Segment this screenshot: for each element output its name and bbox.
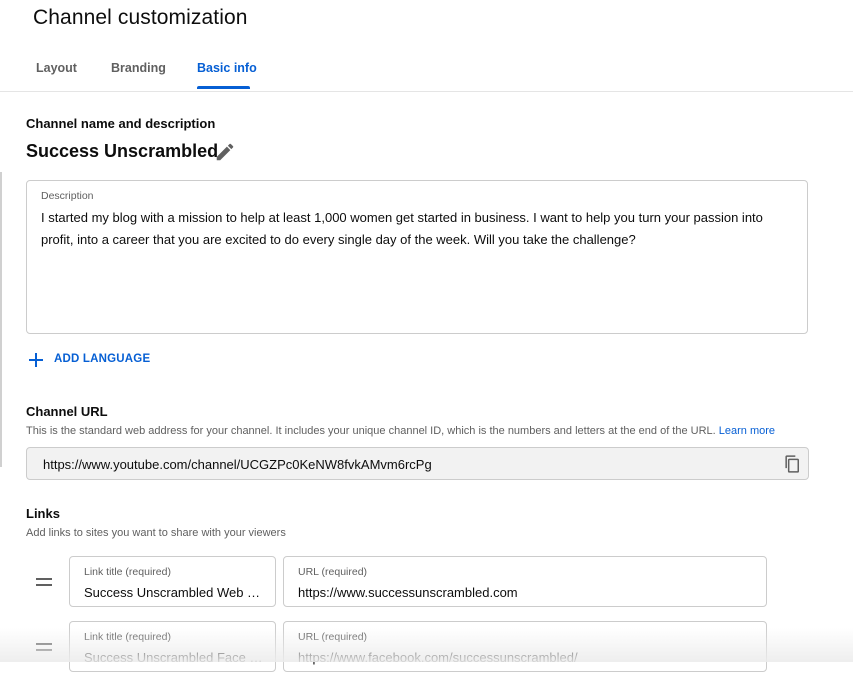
link-row: Link title (required) Success Unscramble… [0,621,853,673]
channel-url-value: https://www.youtube.com/channel/UCGZPc0K… [43,457,432,472]
tab-layout[interactable]: Layout [36,61,77,75]
learn-more-link[interactable]: Learn more [719,425,775,437]
channel-name: Success Unscrambled [26,141,219,161]
link-url-label: URL (required) [298,566,368,578]
name-section-label: Channel name and description [26,116,216,131]
page-title: Channel customization [33,6,248,29]
link-title-label: Link title (required) [84,631,171,643]
links-label: Links [26,506,60,521]
link-title-label: Link title (required) [84,566,171,578]
tab-branding[interactable]: Branding [111,61,166,75]
link-url-value[interactable]: https://www.successunscrambled.com [298,585,754,600]
link-title-value[interactable]: Success Unscrambled Face … [84,650,264,665]
link-url-label: URL (required) [298,631,368,643]
channel-url-field: https://www.youtube.com/channel/UCGZPc0K… [26,447,809,480]
link-title-field[interactable]: Link title (required) Success Unscramble… [69,556,276,607]
tab-basic-info[interactable]: Basic info [197,61,257,75]
add-language-label: ADD LANGUAGE [54,353,151,365]
plus-icon [29,353,43,367]
drag-handle-icon[interactable] [36,576,52,588]
description-label: Description [41,190,94,202]
link-url-field[interactable]: URL (required) https://www.facebook.com/… [283,621,767,672]
links-helper: Add links to sites you want to share wit… [26,527,286,539]
channel-url-label: Channel URL [26,404,108,419]
copy-icon[interactable] [782,454,802,474]
pencil-icon[interactable] [214,141,236,163]
channel-url-helper: This is the standard web address for you… [26,425,775,437]
description-field[interactable]: Description I started my blog with a mis… [26,180,808,334]
section-divider [0,172,2,467]
link-url-field[interactable]: URL (required) https://www.successunscra… [283,556,767,607]
drag-handle-icon[interactable] [36,641,52,653]
link-title-field[interactable]: Link title (required) Success Unscramble… [69,621,276,672]
description-text[interactable]: I started my blog with a mission to help… [41,207,797,250]
link-row: Link title (required) Success Unscramble… [0,556,853,608]
link-url-value[interactable]: https://www.facebook.com/successunscramb… [298,650,754,665]
link-title-value[interactable]: Success Unscrambled Web … [84,585,264,600]
channel-url-helper-text: This is the standard web address for you… [26,425,716,437]
tab-bar: Layout Branding Basic info [0,50,853,92]
active-tab-indicator [197,86,250,89]
